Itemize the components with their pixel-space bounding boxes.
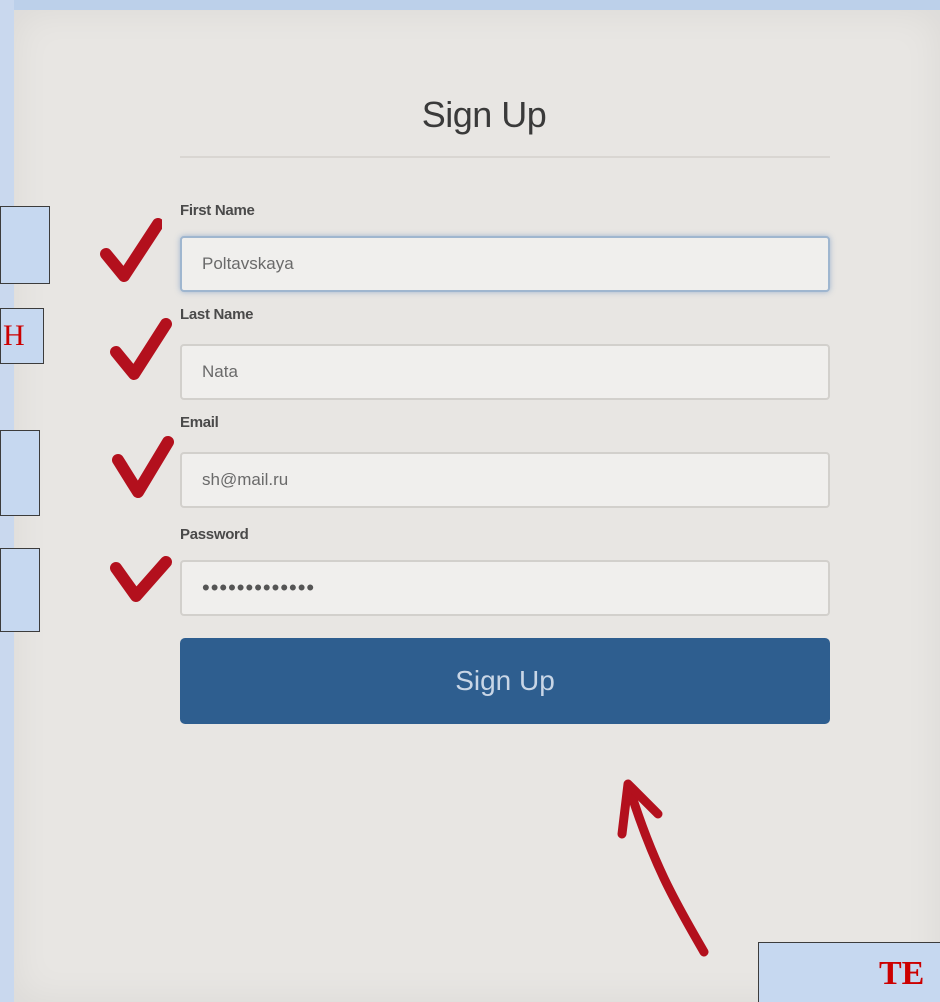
first-name-field[interactable]: Poltavskaya bbox=[180, 236, 830, 292]
bottom-tag: ТЕ bbox=[758, 942, 940, 1002]
checkmark-icon bbox=[110, 556, 172, 602]
last-name-label: Last Name bbox=[180, 306, 254, 323]
page-title: Sign Up bbox=[421, 94, 547, 135]
sign-up-button[interactable]: Sign Up bbox=[180, 638, 830, 724]
password-label: Password bbox=[180, 526, 249, 543]
checkmark-icon bbox=[100, 218, 162, 282]
email-label: Email bbox=[180, 414, 219, 431]
arrow-up-left-icon bbox=[617, 779, 709, 957]
checkmark-icon bbox=[112, 436, 174, 498]
side-tag: Н bbox=[0, 308, 44, 364]
side-tag bbox=[0, 206, 50, 284]
signup-screenshot-panel: Sign Up First Name Poltavskaya Last Name… bbox=[14, 10, 940, 1002]
side-tag bbox=[0, 430, 40, 516]
password-field[interactable]: ••••••••••••• bbox=[180, 560, 830, 616]
first-name-label: First Name bbox=[180, 202, 255, 219]
checkmark-icon bbox=[110, 318, 172, 380]
email-field[interactable]: sh@mail.ru bbox=[180, 452, 830, 508]
side-tag bbox=[0, 548, 40, 632]
last-name-field[interactable]: Nata bbox=[180, 344, 830, 400]
title-divider bbox=[180, 156, 830, 158]
